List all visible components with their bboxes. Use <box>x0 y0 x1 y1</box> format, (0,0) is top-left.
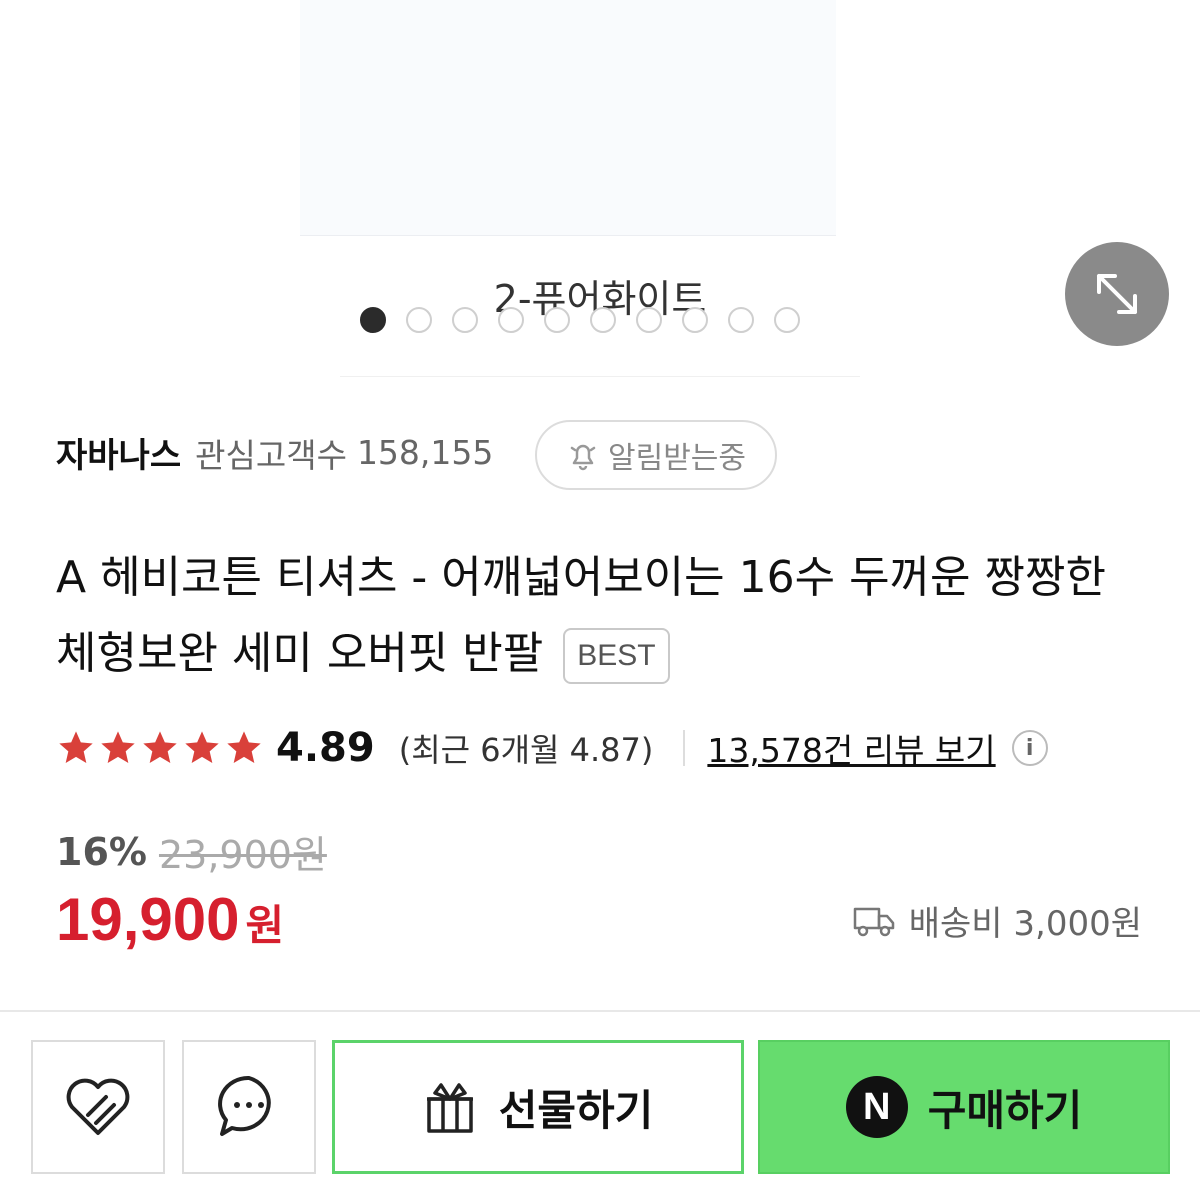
gift-button[interactable]: 선물하기 <box>332 1040 744 1174</box>
shipping-fee: 배송비 3,000원 <box>908 904 1142 944</box>
star-icon <box>185 731 219 763</box>
wishlist-button[interactable] <box>31 1040 165 1174</box>
recent-rating: (최근 6개월 4.87) <box>398 731 654 769</box>
gallery-dot[interactable] <box>360 307 386 333</box>
gallery-dot[interactable] <box>590 307 616 333</box>
star-icon <box>59 731 93 763</box>
shipping-info: 배송비 3,000원 <box>853 896 1142 945</box>
notify-label: 알림받는중 <box>608 441 746 476</box>
bell-icon <box>570 444 596 471</box>
product-title: A 헤비코튼 티셔츠 - 어깨넓어보이는 16수 두꺼운 짱짱한 체형보완 세미… <box>56 540 1156 692</box>
store-info: 자바나스 관심고객수 158,155 <box>56 428 493 477</box>
gallery-dot[interactable] <box>774 307 800 333</box>
gallery-dot[interactable] <box>728 307 754 333</box>
gallery-dot[interactable] <box>452 307 478 333</box>
sale-price: 19,900 <box>56 886 240 953</box>
gift-label: 선물하기 <box>498 1085 654 1135</box>
price-row: 19,900 원 <box>56 885 284 954</box>
gallery-dot[interactable] <box>544 307 570 333</box>
interest-label: 관심고객수 <box>195 435 347 475</box>
gallery-dot[interactable] <box>636 307 662 333</box>
naver-pay-icon: N <box>845 1076 908 1138</box>
price-unit: 원 <box>245 901 285 950</box>
gallery-pagination[interactable] <box>360 307 800 333</box>
star-icon <box>143 731 177 763</box>
discount-rate: 16% <box>56 829 147 874</box>
original-price: 23,900원 <box>158 833 327 877</box>
discount-row: 16% 23,900원 <box>56 824 327 879</box>
star-rating <box>56 728 264 768</box>
gallery-dot[interactable] <box>406 307 432 333</box>
star-icon <box>227 731 261 763</box>
rating-row: 4.89 (최근 6개월 4.87) 13,578건 리뷰 보기 i <box>56 724 1048 772</box>
gift-icon <box>426 1083 473 1133</box>
chat-button[interactable] <box>182 1040 316 1174</box>
buy-button[interactable]: N 구매하기 <box>758 1040 1170 1174</box>
rating-score: 4.89 <box>276 725 375 771</box>
heart-icon <box>66 1078 130 1135</box>
info-icon[interactable]: i <box>1011 730 1048 766</box>
star-icon <box>101 731 135 763</box>
chat-bubble-icon <box>218 1075 271 1136</box>
store-name[interactable]: 자바나스 <box>56 428 181 477</box>
product-image[interactable] <box>300 0 836 236</box>
expand-arrows-icon <box>1097 274 1137 314</box>
gallery-dot[interactable] <box>498 307 524 333</box>
bottom-divider <box>0 1010 1200 1012</box>
buy-label: 구매하기 <box>927 1085 1083 1135</box>
notification-toggle-button[interactable]: 알림받는중 <box>535 420 777 490</box>
best-badge: BEST <box>563 628 670 684</box>
review-link[interactable]: 13,578건 리뷰 보기 <box>707 724 995 772</box>
interest-count: 158,155 <box>356 433 494 472</box>
truck-icon <box>853 907 894 936</box>
gallery-dot[interactable] <box>682 307 708 333</box>
expand-image-button[interactable] <box>1065 242 1169 346</box>
separator <box>683 730 686 766</box>
divider <box>340 376 860 377</box>
